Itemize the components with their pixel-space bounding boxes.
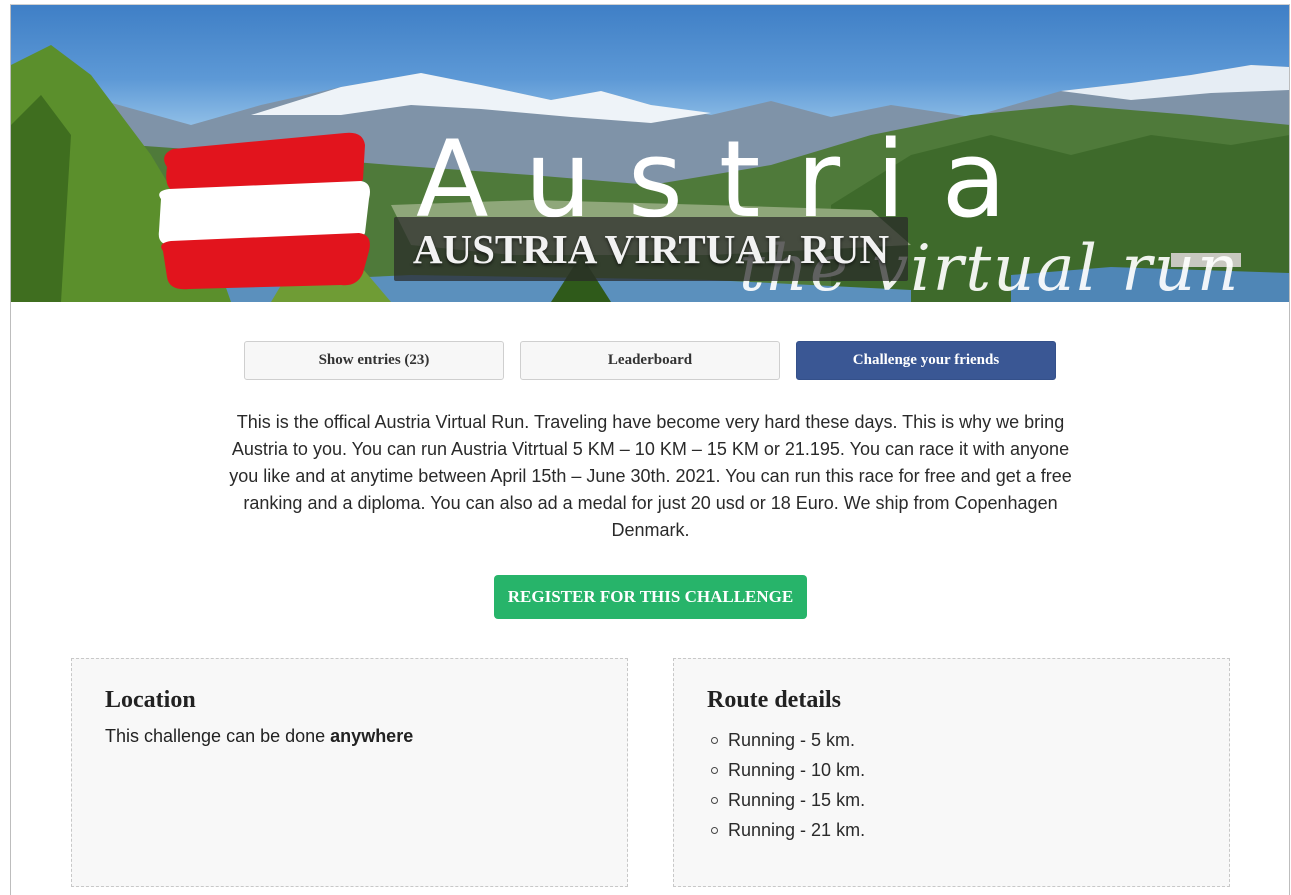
page-frame: Austria the virtual run AUSTRIA VIRTUAL …: [10, 4, 1290, 895]
location-heading: Location: [105, 687, 196, 713]
show-entries-button[interactable]: Show entries (23): [244, 341, 504, 380]
location-anywhere: anywhere: [330, 726, 414, 746]
challenge-description: This is the offical Austria Virtual Run.…: [229, 412, 1072, 540]
hero-banner: Austria the virtual run AUSTRIA VIRTUAL …: [11, 5, 1289, 302]
austria-flag-brush-icon: [158, 132, 370, 290]
page-title: AUSTRIA VIRTUAL RUN: [412, 226, 890, 272]
challenge-friends-button[interactable]: Challenge your friends: [796, 341, 1056, 380]
route-item: Running - 21 km.: [710, 815, 865, 845]
route-list: Running - 5 km. Running - 10 km. Running…: [710, 725, 865, 845]
action-tabs: Show entries (23) Leaderboard Challenge …: [244, 341, 1057, 381]
location-text: This challenge can be done anywhere: [105, 726, 413, 747]
route-item: Running - 5 km.: [710, 725, 865, 755]
location-text-prefix: This challenge can be done: [105, 726, 331, 746]
route-item: Running - 10 km.: [710, 755, 865, 785]
route-heading: Route details: [707, 687, 841, 713]
route-item: Running - 15 km.: [710, 785, 865, 815]
location-card: Location This challenge can be done anyw…: [71, 658, 628, 887]
register-button[interactable]: REGISTER FOR THIS CHALLENGE: [494, 575, 807, 619]
route-details-card: Route details Running - 5 km. Running - …: [673, 658, 1230, 887]
leaderboard-button[interactable]: Leaderboard: [520, 341, 780, 380]
